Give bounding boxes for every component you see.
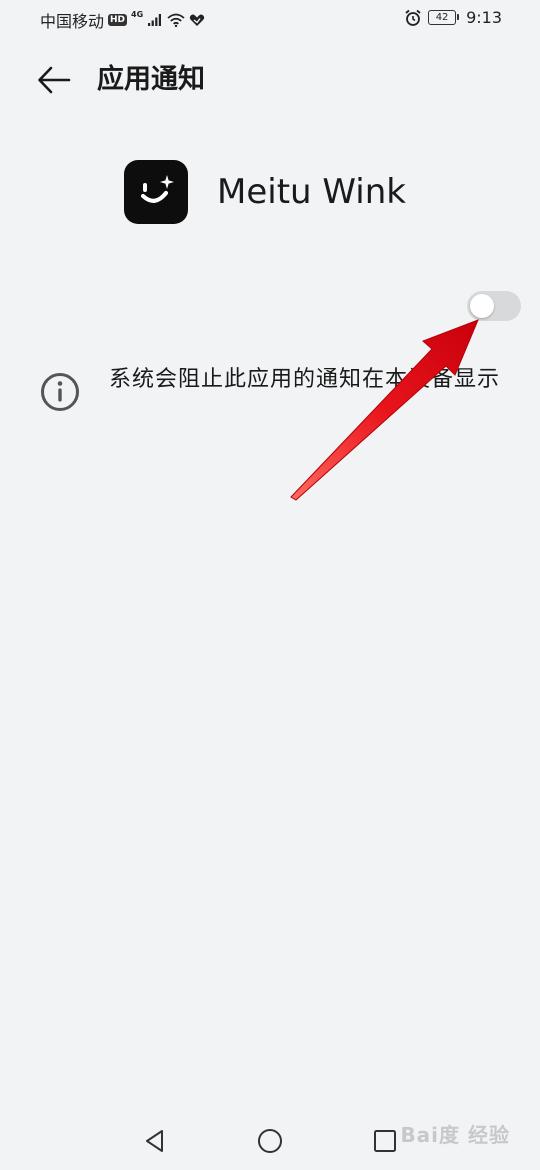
hd-badge: HD [108,14,128,26]
back-button[interactable] [34,62,74,98]
status-left: 中国移动 HD 4G [40,8,205,32]
app-logo [124,160,188,224]
page-title: 应用通知 [97,64,205,95]
network-type: 4G [131,9,144,19]
wink-logo-icon [140,175,174,203]
nav-recent-button[interactable] [370,1126,400,1156]
notification-toggle[interactable] [467,291,521,321]
nav-home-button[interactable] [255,1126,285,1156]
battery-icon: 42 [428,10,460,25]
toggle-knob [470,294,494,318]
battery-level: 42 [435,12,449,23]
square-recent-icon [374,1130,396,1152]
info-circle-icon [41,373,79,411]
nav-back-button[interactable] [140,1126,170,1156]
status-right: 42 9:13 [404,8,502,27]
circle-home-icon [258,1129,282,1153]
triangle-back-icon [146,1130,163,1152]
arrow-left-icon [38,66,71,94]
watermark: Bai度 经验 [400,1123,510,1147]
wifi-icon [167,13,185,27]
app-info-row: Meitu Wink [124,160,406,224]
alarm-icon [405,9,421,26]
carrier-name: 中国移动 [40,12,105,31]
app-name: Meitu Wink [217,172,406,212]
heart-link-icon [189,14,205,26]
signal-icon [148,14,162,26]
header: 应用通知 [0,50,540,110]
status-bar: 中国移动 HD 4G 42 9:13 [0,0,540,40]
info-message: 系统会阻止此应用的通知在本设备显示 [109,367,501,392]
clock-time: 9:13 [466,8,502,27]
system-nav-bar: Bai度 经验 [0,1110,540,1170]
